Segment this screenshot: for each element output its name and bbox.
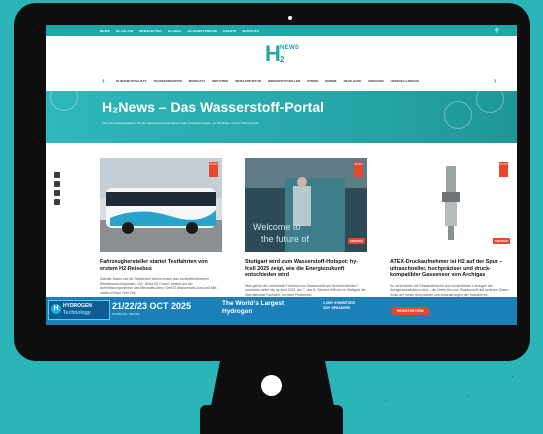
chevron-right-icon[interactable]: › [494, 76, 497, 85]
cat-item[interactable]: STROM [307, 79, 318, 83]
article-title[interactable]: Stuttgart wird zum Wasserstoff-Hotspot: … [245, 259, 367, 279]
ad-tag: ANZEIGE [492, 238, 510, 244]
article-excerpt: Daimler Buses hat mit Testfahrten seines… [100, 277, 218, 295]
hero-deco-circle [476, 85, 504, 113]
topnav-item-news[interactable]: NEWS [100, 29, 110, 33]
website-screen: NEWS H2-ON-AIR NEWSLETTER GLOBAL H2-MARK… [46, 25, 517, 325]
cat-item[interactable]: INFRASTRUKTUR [235, 79, 261, 83]
article-image-sensor[interactable]: 18 OKT ANZEIGE [390, 158, 512, 252]
ad-banner[interactable]: H HYDROGEN Technology 21/22/23 OCT 2025 … [46, 297, 517, 325]
banner-logo-top: HYDROGEN [63, 303, 92, 309]
article-excerpt: Zu verschieden die Einsatzbereiche und k… [390, 283, 509, 297]
svg-text:Welcome to: Welcome to [253, 222, 300, 232]
twitter-icon[interactable] [54, 190, 60, 196]
topnav-item-newsletter[interactable]: NEWSLETTER [139, 29, 162, 33]
date-badge: 18 OKT [354, 162, 363, 177]
logo-row: H NEWS 2 [46, 36, 517, 74]
banner-date: 21/22/23 OCT 2025 [112, 301, 192, 311]
cat-item[interactable]: HERSTELLUNGSVE [391, 79, 420, 83]
hero-title: H₂News – Das Wasserstoff-Portal [102, 99, 324, 115]
article-card[interactable]: Welcome to the future of 18 OKT ANZEIGE … [245, 158, 367, 297]
hero-subtitle: Ihre Informationsplattform für den Wasse… [102, 121, 260, 125]
register-button[interactable]: REGISTER NOW [391, 307, 430, 315]
svg-text:the future of: the future of [261, 234, 310, 244]
cat-item[interactable]: WÄRME [325, 79, 337, 83]
ad-tag: ANZEIGE [347, 238, 365, 244]
topnav-item-global[interactable]: GLOBAL [168, 29, 182, 33]
instagram-icon[interactable] [54, 199, 60, 205]
search-icon[interactable]: ⚲ [495, 28, 499, 34]
monitor-frame: NEWS H2-ON-AIR NEWSLETTER GLOBAL H2-MARK… [14, 3, 530, 361]
banner-location: HAMBURG, MESSE [112, 312, 140, 316]
top-navigation: NEWS H2-ON-AIR NEWSLETTER GLOBAL H2-MARK… [46, 25, 517, 36]
banner-logo-bottom: Technology [63, 310, 91, 316]
category-navigation: ‹ KLIMANEUTRALITÄT TRANSFORMATION MOBILI… [46, 74, 517, 88]
cat-item[interactable]: TRANSFORMATION [154, 79, 182, 83]
logo-two: 2 [280, 55, 285, 64]
facebook-icon[interactable] [54, 181, 60, 187]
site-logo[interactable]: H NEWS 2 [265, 41, 299, 66]
hero-deco-circle [444, 101, 472, 129]
cat-item[interactable]: BRENNSTOFFZELLEN [268, 79, 300, 83]
power-button-icon[interactable] [261, 375, 282, 396]
cat-item[interactable]: INDUSTRIE [212, 79, 228, 83]
camera-icon [288, 16, 292, 20]
topnav-item-events[interactable]: EVENTS [223, 29, 236, 33]
banner-stats: 1,000+ EXHIBITORS 300+ SPEAKERS [323, 301, 355, 311]
topnav-item-marktpreise[interactable]: H2-MARKTPREISE [188, 29, 217, 33]
date-badge: 18 OKT [209, 162, 218, 177]
monitor-stand-base [200, 405, 343, 434]
hero-banner: H₂News – Das Wasserstoff-Portal Ihre Inf… [46, 83, 517, 143]
article-excerpt: Was gehört der industrielle Hochlauf von… [245, 283, 366, 297]
banner-stat-speakers: 300+ SPEAKERS [323, 306, 351, 310]
hero-deco-circle [50, 83, 78, 111]
article-image-bus[interactable]: 18 OKT [100, 158, 222, 252]
logo-news: NEWS [280, 45, 300, 51]
logo-h: H [265, 41, 281, 66]
article-card[interactable]: 18 OKT ANZEIGE ATEX-Druckaufnehmer ist H… [390, 158, 512, 297]
article-card[interactable]: 18 OKT Fahrzeughersteller startet Testfa… [100, 158, 222, 295]
topnav-item-services[interactable]: SERVICES [242, 29, 259, 33]
cat-item[interactable]: KLIMANEUTRALITÄT [116, 79, 147, 83]
article-title[interactable]: Fahrzeughersteller startet Testfahrten v… [100, 259, 222, 272]
linkedin-icon[interactable] [54, 172, 60, 178]
hydrogen-h-icon: H [51, 304, 61, 314]
chevron-left-icon[interactable]: ‹ [102, 76, 105, 85]
event-logo: H HYDROGEN Technology [48, 300, 110, 320]
date-badge: 18 OKT [499, 162, 508, 177]
topnav-item-h2-on-air[interactable]: H2-ON-AIR [116, 29, 133, 33]
article-image-expo[interactable]: Welcome to the future of 18 OKT ANZEIGE [245, 158, 367, 252]
cat-item[interactable]: MOBILITÄT [189, 79, 205, 83]
cat-item[interactable]: SPEICHER [368, 79, 383, 83]
banner-headline: The World's Largest Hydrogen [222, 300, 285, 315]
bus-photo [100, 158, 222, 252]
cat-item[interactable]: NEUE GASE [344, 79, 362, 83]
article-title[interactable]: ATEX-Druckaufnehmer ist H2 auf der Spur … [390, 259, 512, 279]
